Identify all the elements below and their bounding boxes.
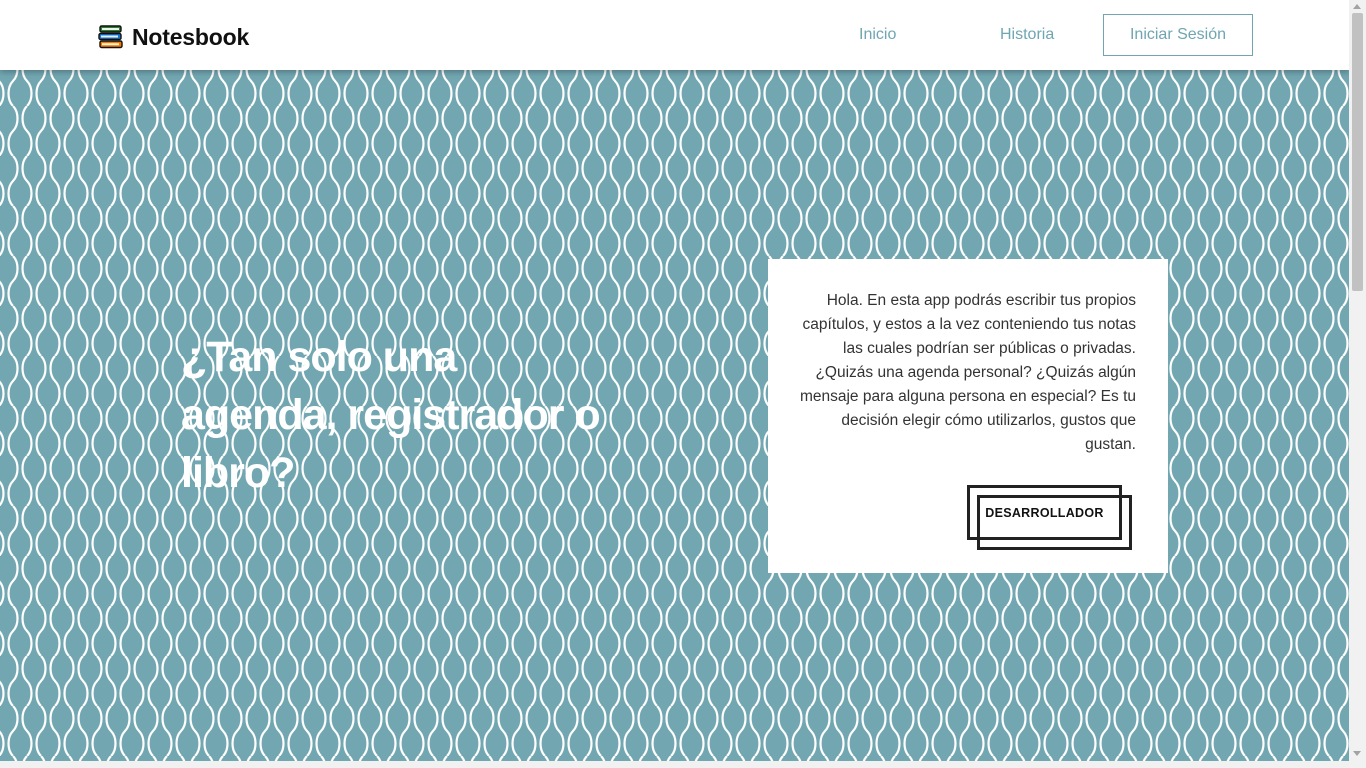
nav-link-inicio[interactable]: Inicio xyxy=(859,26,896,44)
scroll-down-arrow-icon[interactable] xyxy=(1353,751,1361,756)
book-stack-icon xyxy=(98,25,123,49)
developer-button[interactable]: DESARROLLADOR xyxy=(967,485,1122,540)
hero-section: ¿Tan solo una agenda, registrador o libr… xyxy=(0,70,1349,761)
scrollbar-thumb[interactable] xyxy=(1352,13,1363,291)
login-button[interactable]: Iniciar Sesión xyxy=(1103,14,1253,56)
brand-name: Notesbook xyxy=(132,23,250,50)
page: Notesbook Inicio Historia Iniciar Sesión… xyxy=(0,0,1349,761)
horizontal-scrollbar[interactable] xyxy=(0,761,1349,768)
brand[interactable]: Notesbook xyxy=(98,22,249,52)
navbar: Notesbook Inicio Historia Iniciar Sesión xyxy=(0,0,1349,70)
info-card: Hola. En esta app podrás escribir tus pr… xyxy=(768,259,1168,573)
vertical-scrollbar[interactable] xyxy=(1349,0,1366,768)
info-description: Hola. En esta app podrás escribir tus pr… xyxy=(799,292,1136,453)
nav-link-historia[interactable]: Historia xyxy=(1000,26,1054,44)
developer-button-group: DESARROLLADOR xyxy=(967,485,1135,553)
scroll-up-arrow-icon[interactable] xyxy=(1353,4,1361,9)
hero-headline: ¿Tan solo una agenda, registrador o libr… xyxy=(181,333,601,497)
